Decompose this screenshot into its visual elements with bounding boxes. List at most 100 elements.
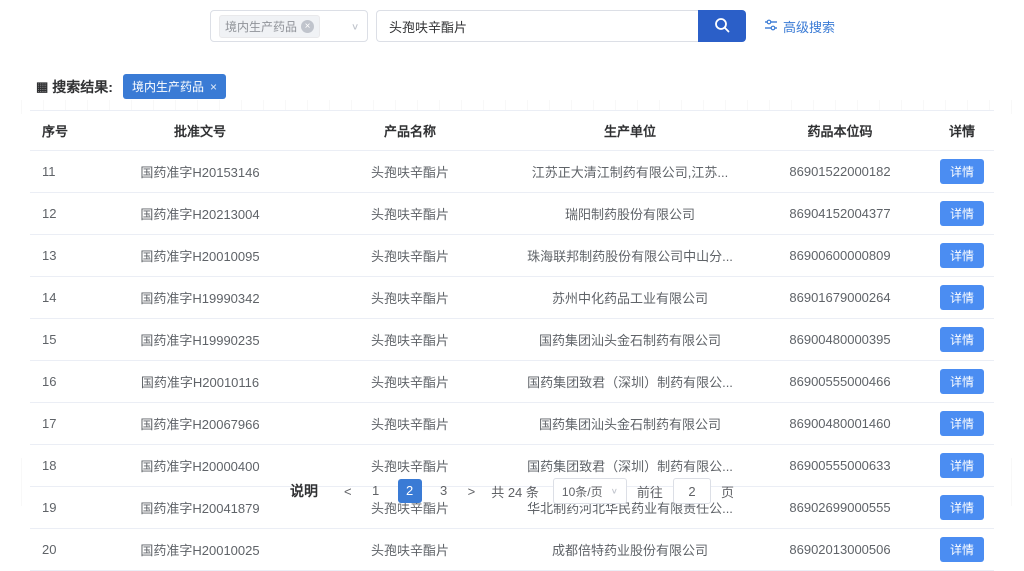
cell-product: 头孢呋辛酯片 (310, 193, 510, 235)
cell-approval: 国药准字H20010025 (90, 529, 310, 571)
detail-button[interactable]: 详情 (940, 537, 984, 562)
table-row: 17 国药准字H20067966 头孢呋辛酯片 国药集团汕头金石制药有限公司 8… (30, 403, 994, 445)
category-tag: 境内生产药品 × (219, 15, 320, 38)
cell-product: 头孢呋辛酯片 (310, 529, 510, 571)
results-tag-label: 境内生产药品 (132, 78, 204, 95)
cell-approval: 国药准字H20213004 (90, 193, 310, 235)
goto-suffix: 页 (721, 482, 734, 501)
detail-button[interactable]: 详情 (940, 411, 984, 436)
goto-label: 前往 (637, 482, 663, 501)
detail-button[interactable]: 详情 (940, 285, 984, 310)
page-button-3[interactable]: 3 (432, 479, 456, 503)
next-page-button[interactable]: > (466, 484, 478, 499)
cell-manufacturer: 苏州中化药品工业有限公司 (510, 277, 750, 319)
cell-product: 头孢呋辛酯片 (310, 361, 510, 403)
detail-button[interactable]: 详情 (940, 327, 984, 352)
cell-detail: 详情 (930, 319, 994, 361)
cell-manufacturer: 国药集团汕头金石制药有限公司 (510, 403, 750, 445)
cell-serial: 16 (30, 361, 90, 403)
cell-detail: 详情 (930, 151, 994, 193)
header-serial: 序号 (30, 111, 90, 151)
results-label-text: 搜索结果: (52, 77, 113, 97)
page-button-2-current[interactable]: 2 (398, 479, 422, 503)
cell-approval: 国药准字H20153146 (90, 151, 310, 193)
cell-detail: 详情 (930, 361, 994, 403)
cell-manufacturer: 瑞阳制药股份有限公司 (510, 193, 750, 235)
pagination: 说明 < 1 2 3 > 共 24 条 10条/页 ∨ 前往 页 (0, 478, 1024, 504)
cell-manufacturer: 成都倍特药业股份有限公司 (510, 529, 750, 571)
table-row: 20 国药准字H20010025 头孢呋辛酯片 成都倍特药业股份有限公司 869… (30, 529, 994, 571)
cell-code: 86900480000395 (750, 319, 930, 361)
category-select[interactable]: 境内生产药品 × ∨ (210, 10, 368, 42)
cell-code: 86900600000809 (750, 235, 930, 277)
search-bar: 境内生产药品 × ∨ 高级搜索 (210, 10, 835, 42)
search-icon (713, 16, 731, 37)
cell-manufacturer: 珠海联邦制药股份有限公司中山分... (510, 235, 750, 277)
cell-serial: 20 (30, 529, 90, 571)
note-link[interactable]: 说明 (290, 481, 318, 501)
tag-close-icon[interactable]: × (301, 20, 314, 33)
header-detail: 详情 (930, 111, 994, 151)
page-size-value: 10条/页 (562, 483, 603, 500)
chevron-down-icon: ∨ (611, 487, 618, 496)
filter-sliders-icon (764, 18, 778, 35)
search-button[interactable] (698, 10, 746, 42)
results-filter-tag[interactable]: 境内生产药品 × (123, 74, 226, 99)
drug-query-page: NMPA NMPA NMPA 境内生产药品 × ∨ (0, 0, 1024, 514)
cell-code: 86901522000182 (750, 151, 930, 193)
cell-code: 86904152004377 (750, 193, 930, 235)
cell-approval: 国药准字H20010095 (90, 235, 310, 277)
page-button-1[interactable]: 1 (364, 479, 388, 503)
category-tag-label: 境内生产药品 (225, 18, 297, 35)
cell-code: 86900555000466 (750, 361, 930, 403)
detail-button[interactable]: 详情 (940, 453, 984, 478)
cell-approval: 国药准字H20010116 (90, 361, 310, 403)
cell-product: 头孢呋辛酯片 (310, 151, 510, 193)
cell-product: 头孢呋辛酯片 (310, 403, 510, 445)
table-row: 11 国药准字H20153146 头孢呋辛酯片 江苏正大清江制药有限公司,江苏.… (30, 151, 994, 193)
cell-detail: 详情 (930, 235, 994, 277)
search-input[interactable] (376, 10, 698, 42)
advanced-search-link[interactable]: 高级搜索 (764, 17, 835, 36)
table-row: 16 国药准字H20010116 头孢呋辛酯片 国药集团致君（深圳）制药有限公.… (30, 361, 994, 403)
cell-detail: 详情 (930, 529, 994, 571)
detail-button[interactable]: 详情 (940, 201, 984, 226)
total-count: 共 24 条 (491, 482, 539, 501)
cell-product: 头孢呋辛酯片 (310, 277, 510, 319)
detail-button[interactable]: 详情 (940, 159, 984, 184)
results-bar: ▦ 搜索结果: 境内生产药品 × (36, 74, 226, 99)
cell-product: 头孢呋辛酯片 (310, 319, 510, 361)
cell-detail: 详情 (930, 277, 994, 319)
cell-approval: 国药准字H19990235 (90, 319, 310, 361)
detail-button[interactable]: 详情 (940, 243, 984, 268)
table-row: 15 国药准字H19990235 头孢呋辛酯片 国药集团汕头金石制药有限公司 8… (30, 319, 994, 361)
table-header-row: 序号 批准文号 产品名称 生产单位 药品本位码 详情 (30, 111, 994, 151)
grid-icon: ▦ (36, 79, 48, 95)
results-label: ▦ 搜索结果: (36, 77, 113, 97)
cell-manufacturer: 国药集团汕头金石制药有限公司 (510, 319, 750, 361)
goto-page-input[interactable] (673, 478, 711, 504)
cell-product: 头孢呋辛酯片 (310, 235, 510, 277)
prev-page-button[interactable]: < (342, 484, 354, 499)
header-code: 药品本位码 (750, 111, 930, 151)
cell-serial: 14 (30, 277, 90, 319)
cell-serial: 12 (30, 193, 90, 235)
header-approval: 批准文号 (90, 111, 310, 151)
cell-serial: 13 (30, 235, 90, 277)
table-row: 14 国药准字H19990342 头孢呋辛酯片 苏州中化药品工业有限公司 869… (30, 277, 994, 319)
advanced-search-label: 高级搜索 (783, 17, 835, 36)
tag-remove-icon[interactable]: × (210, 80, 217, 94)
table-row: 13 国药准字H20010095 头孢呋辛酯片 珠海联邦制药股份有限公司中山分.… (30, 235, 994, 277)
cell-approval: 国药准字H20067966 (90, 403, 310, 445)
cell-detail: 详情 (930, 193, 994, 235)
cell-approval: 国药准字H19990342 (90, 277, 310, 319)
header-manufacturer: 生产单位 (510, 111, 750, 151)
cell-detail: 详情 (930, 403, 994, 445)
cell-serial: 17 (30, 403, 90, 445)
cell-serial: 15 (30, 319, 90, 361)
table-row: 12 国药准字H20213004 头孢呋辛酯片 瑞阳制药股份有限公司 86904… (30, 193, 994, 235)
header-product: 产品名称 (310, 111, 510, 151)
detail-button[interactable]: 详情 (940, 369, 984, 394)
page-size-select[interactable]: 10条/页 ∨ (553, 478, 627, 504)
cell-code: 86902013000506 (750, 529, 930, 571)
